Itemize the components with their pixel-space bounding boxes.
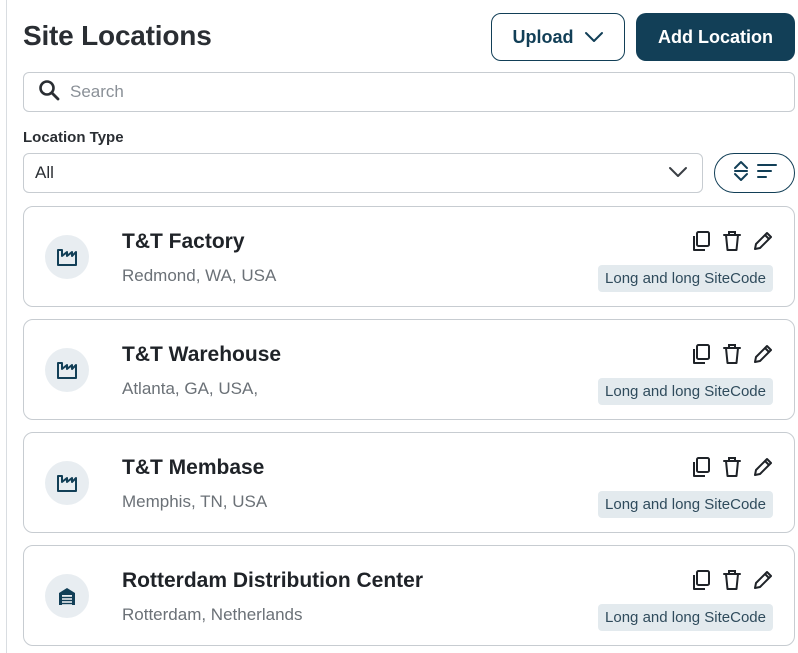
site-code-badge: Long and long SiteCode	[598, 378, 773, 405]
edit-icon[interactable]	[751, 342, 774, 365]
chevron-down-icon	[668, 163, 688, 183]
location-card[interactable]: T&T Warehouse Atlanta, GA, USA, Long and…	[23, 319, 795, 420]
upload-button[interactable]: Upload	[491, 13, 625, 61]
location-card[interactable]: T&T Membase Memphis, TN, USA Long and lo…	[23, 432, 795, 533]
site-code-badge: Long and long SiteCode	[598, 265, 773, 292]
card-actions	[689, 342, 774, 365]
card-actions	[689, 568, 774, 591]
warehouse-icon	[45, 574, 89, 618]
location-name: T&T Warehouse	[122, 343, 282, 366]
upload-button-label: Upload	[512, 26, 574, 47]
site-code-badge: Long and long SiteCode	[598, 604, 773, 631]
location-address: Atlanta, GA, USA,	[122, 379, 259, 398]
copy-icon[interactable]	[689, 229, 712, 252]
factory-icon	[45, 348, 89, 392]
location-address: Rotterdam, Netherlands	[122, 605, 303, 624]
card-actions	[689, 229, 774, 252]
copy-icon[interactable]	[689, 568, 712, 591]
chevron-down-icon	[584, 27, 604, 48]
location-address: Redmond, WA, USA	[122, 266, 277, 285]
sort-arrows-icon	[732, 160, 750, 187]
location-type-value: All	[35, 163, 54, 182]
factory-icon	[45, 235, 89, 279]
delete-icon[interactable]	[720, 455, 743, 478]
search-input[interactable]	[70, 82, 750, 102]
location-address: Memphis, TN, USA	[122, 492, 268, 511]
factory-icon	[45, 461, 89, 505]
edit-icon[interactable]	[751, 455, 774, 478]
location-name: Rotterdam Distribution Center	[122, 569, 424, 592]
add-location-button[interactable]: Add Location	[636, 13, 795, 61]
location-type-select[interactable]: All	[23, 153, 703, 193]
location-name: T&T Membase	[122, 456, 265, 479]
location-card[interactable]: Rotterdam Distribution Center Rotterdam,…	[23, 545, 795, 646]
delete-icon[interactable]	[720, 342, 743, 365]
location-name: T&T Factory	[122, 230, 245, 253]
copy-icon[interactable]	[689, 455, 712, 478]
page-title: Site Locations	[23, 20, 212, 51]
sort-button[interactable]	[714, 153, 795, 193]
delete-icon[interactable]	[720, 229, 743, 252]
site-code-badge: Long and long SiteCode	[598, 491, 773, 518]
search-icon	[38, 79, 60, 106]
location-card[interactable]: T&T Factory Redmond, WA, USA Long and lo…	[23, 206, 795, 307]
delete-icon[interactable]	[720, 568, 743, 591]
card-actions	[689, 455, 774, 478]
copy-icon[interactable]	[689, 342, 712, 365]
edit-icon[interactable]	[751, 568, 774, 591]
location-type-label: Location Type	[23, 129, 124, 146]
sort-lines-icon	[756, 162, 778, 185]
edit-icon[interactable]	[751, 229, 774, 252]
search-box	[23, 72, 795, 112]
